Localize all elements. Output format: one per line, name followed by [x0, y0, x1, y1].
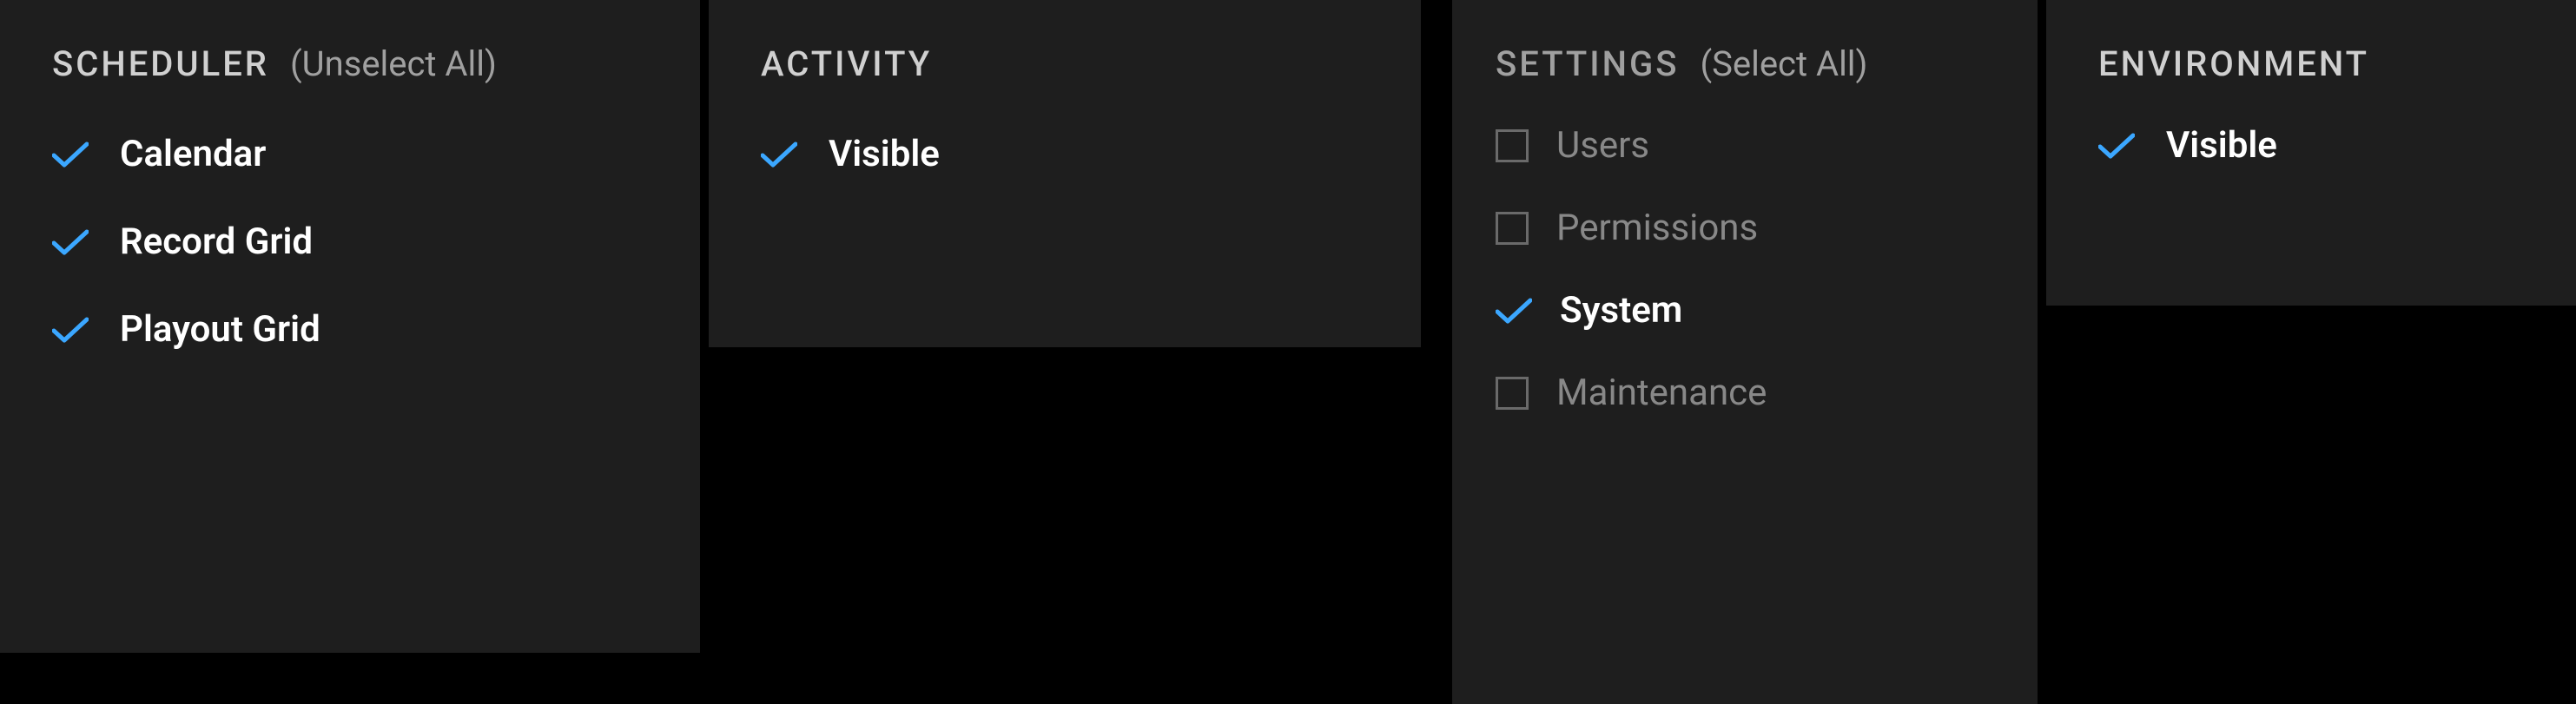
environment-panel: ENVIRONMENT Visible — [2046, 0, 2576, 306]
activity-panel: ACTIVITY Visible — [709, 0, 1421, 347]
scheduler-title: SCHEDULER — [52, 43, 269, 84]
scheduler-item-playout-grid[interactable]: Playout Grid — [52, 308, 648, 351]
environment-header: ENVIRONMENT — [2098, 43, 2524, 84]
scheduler-item-record-grid[interactable]: Record Grid — [52, 220, 648, 263]
check-icon — [52, 316, 89, 344]
item-label: Maintenance — [1556, 372, 1767, 414]
checkbox-empty-icon — [1496, 377, 1529, 410]
item-label: Visible — [829, 133, 940, 175]
scheduler-header: SCHEDULER (Unselect All) — [52, 43, 648, 84]
item-label: Permissions — [1556, 207, 1758, 249]
check-icon — [1496, 297, 1532, 325]
item-label: Playout Grid — [120, 308, 320, 351]
activity-header: ACTIVITY — [761, 43, 1369, 84]
checkbox-empty-icon — [1496, 129, 1529, 162]
settings-title: SETTINGS — [1496, 43, 1679, 84]
scheduler-panel: SCHEDULER (Unselect All) Calendar Record… — [0, 0, 700, 653]
settings-item-permissions[interactable]: Permissions — [1496, 207, 2003, 249]
settings-panel: SETTINGS (Select All) Users Permissions … — [1452, 0, 2038, 704]
activity-title: ACTIVITY — [761, 43, 932, 84]
activity-item-visible[interactable]: Visible — [761, 133, 1369, 175]
check-icon — [2098, 132, 2135, 160]
item-label: System — [1560, 289, 1682, 332]
settings-item-maintenance[interactable]: Maintenance — [1496, 372, 2003, 414]
settings-item-system[interactable]: System — [1496, 289, 2003, 332]
item-label: Calendar — [120, 133, 266, 175]
check-icon — [52, 228, 89, 256]
item-label: Visible — [2166, 124, 2277, 167]
settings-header: SETTINGS (Select All) — [1496, 43, 2003, 84]
checkbox-empty-icon — [1496, 212, 1529, 245]
item-label: Record Grid — [120, 220, 313, 263]
environment-title: ENVIRONMENT — [2098, 43, 2369, 84]
check-icon — [52, 141, 89, 168]
check-icon — [761, 141, 797, 168]
scheduler-item-calendar[interactable]: Calendar — [52, 133, 648, 175]
settings-item-users[interactable]: Users — [1496, 124, 2003, 167]
scheduler-unselect-all[interactable]: (Unselect All) — [290, 43, 497, 84]
item-label: Users — [1556, 124, 1649, 167]
environment-item-visible[interactable]: Visible — [2098, 124, 2524, 167]
settings-select-all[interactable]: (Select All) — [1700, 43, 1867, 84]
